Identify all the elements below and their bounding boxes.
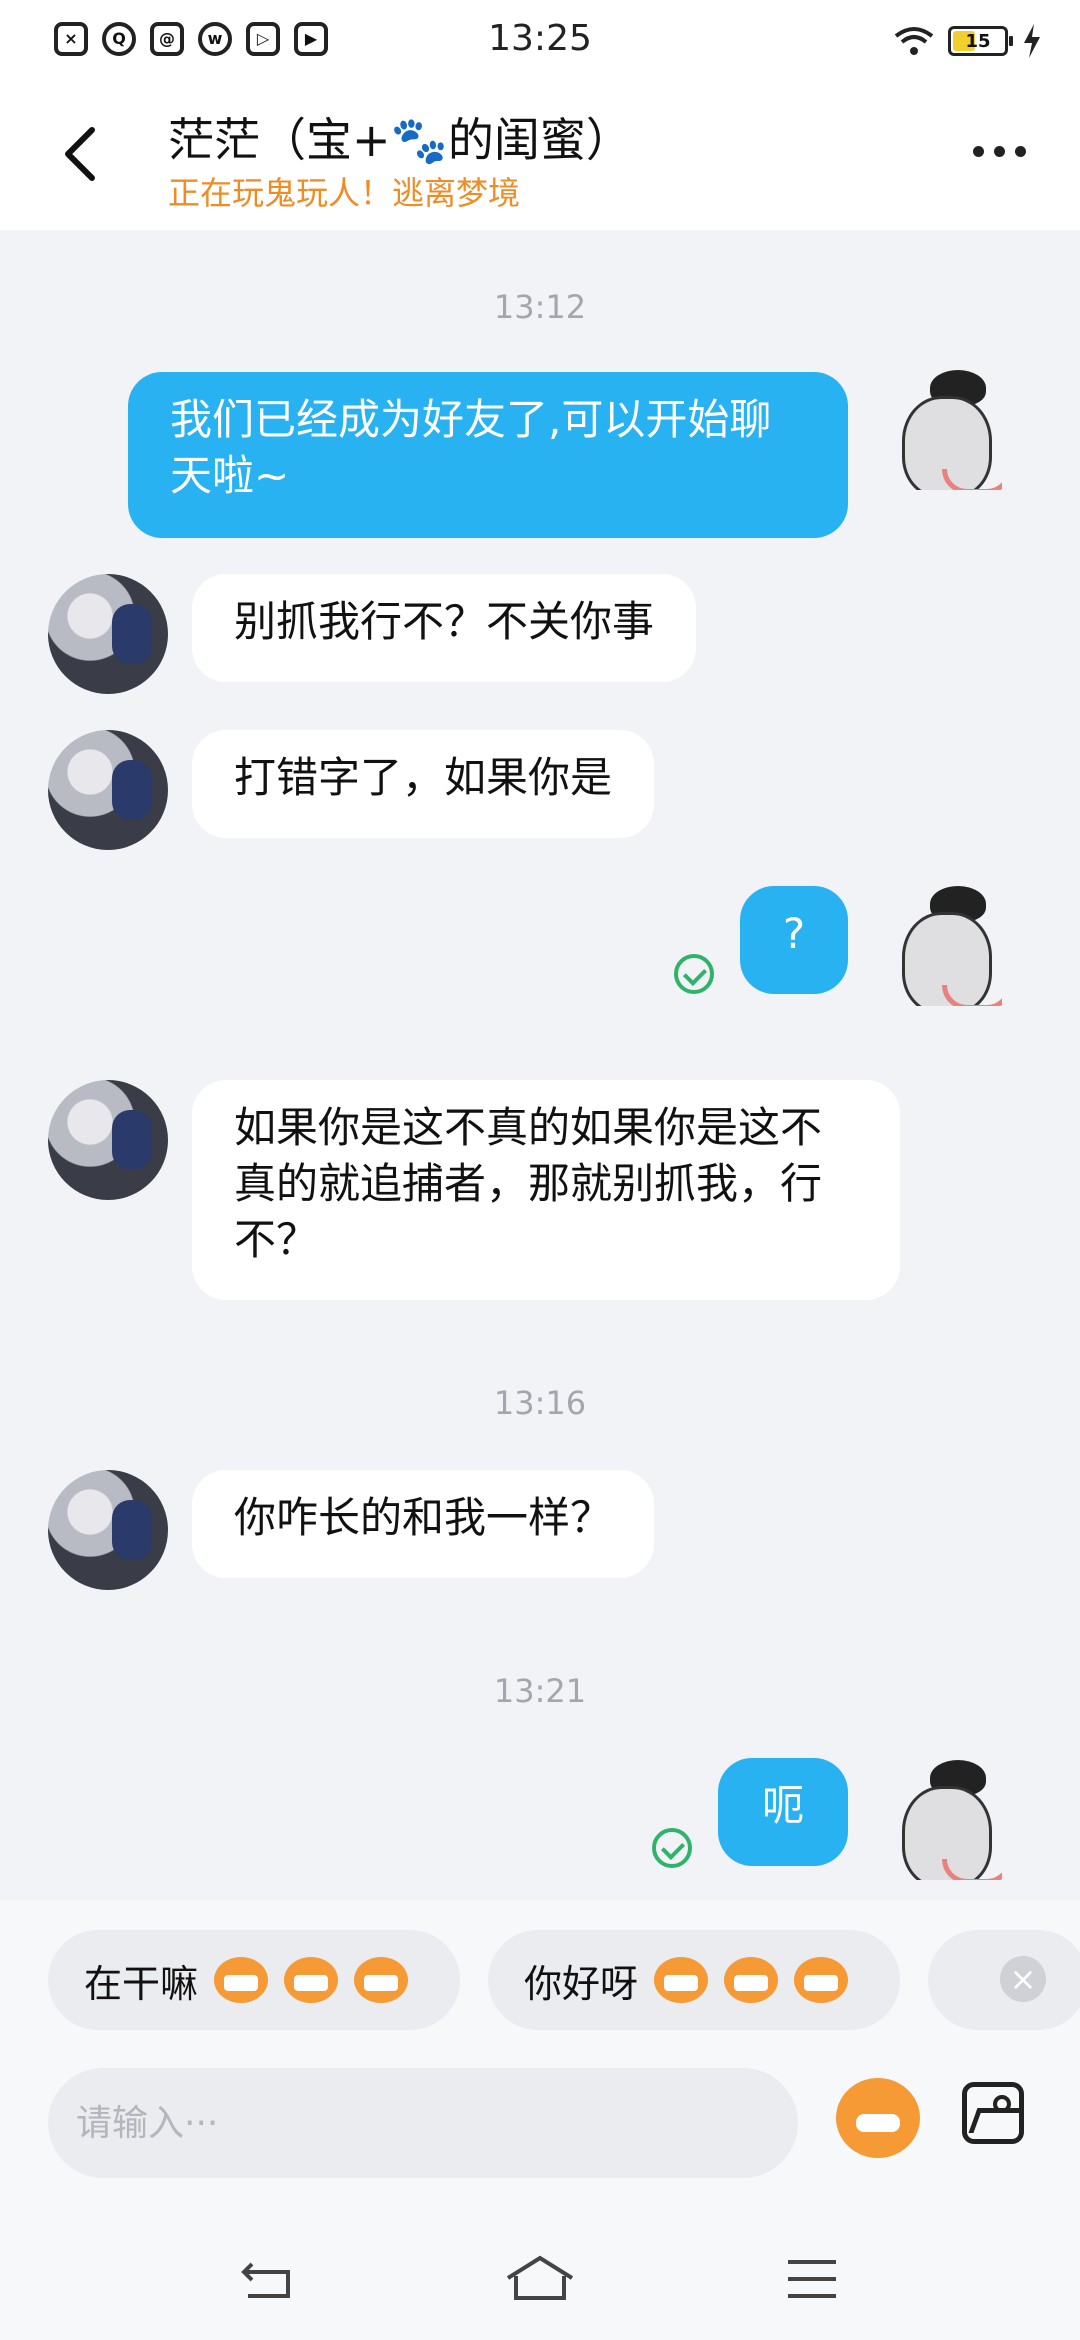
- battery-level: 15: [965, 30, 991, 52]
- read-check-icon: [652, 1828, 692, 1868]
- menu-nav-icon[interactable]: [784, 2254, 840, 2304]
- outgoing-message[interactable]: ?: [740, 886, 848, 994]
- timestamp: 13:21: [493, 1672, 587, 1710]
- quick-reply-label: 你好呀: [524, 1961, 639, 2006]
- timestamp: 13:12: [493, 288, 587, 326]
- more-dots-icon: [973, 146, 984, 157]
- back-nav-icon[interactable]: [240, 2254, 296, 2304]
- friend-avatar[interactable]: [48, 730, 168, 850]
- message-input[interactable]: [48, 2068, 798, 2178]
- quick-reply-bar: 在干嘛 你好呀 ×: [0, 1900, 1080, 2060]
- chat-subtitle: 正在玩鬼玩人！逃离梦境: [168, 174, 521, 212]
- outgoing-message[interactable]: 呃: [718, 1758, 848, 1866]
- message-list[interactable]: 13:12 我们已经成为好友了,可以开始聊天啦~ 别抓我行不？不关你事 打错字了…: [0, 230, 1080, 1900]
- wow-emoji-icon: [794, 1957, 849, 2003]
- friend-avatar[interactable]: [48, 574, 168, 694]
- read-check-icon: [674, 954, 714, 994]
- incoming-message[interactable]: 如果你是这不真的如果你是这不真的就追捕者，那就别抓我，行不？: [192, 1080, 900, 1300]
- chat-header: 茫茫（宝+🐾的闺蜜） 正在玩鬼玩人！逃离梦境: [0, 84, 1080, 230]
- system-nav-bar: [0, 2220, 1080, 2340]
- incoming-message[interactable]: 你咋长的和我一样？: [192, 1470, 655, 1578]
- my-avatar[interactable]: [882, 370, 1002, 490]
- chat-title[interactable]: 茫茫（宝+🐾的闺蜜）: [168, 104, 632, 170]
- incoming-message[interactable]: 别抓我行不？不关你事: [192, 574, 697, 682]
- friend-avatar[interactable]: [48, 1470, 168, 1590]
- grin-emoji-icon: [354, 1957, 409, 2003]
- charging-icon: [1024, 24, 1040, 58]
- home-nav-icon[interactable]: [504, 2254, 576, 2304]
- incoming-message[interactable]: 打错字了，如果你是: [192, 730, 655, 838]
- timestamp: 13:16: [493, 1384, 587, 1422]
- more-button[interactable]: [973, 146, 1026, 157]
- wow-emoji-icon: [654, 1957, 709, 2003]
- wow-emoji-icon: [724, 1957, 779, 2003]
- close-quick-replies-icon[interactable]: ×: [1000, 1956, 1046, 2002]
- wifi-icon: [894, 27, 934, 55]
- status-bar: × Q @ w ▷ ▶ 13:25 15: [0, 0, 1080, 84]
- friend-avatar[interactable]: [48, 1080, 168, 1200]
- battery-icon: 15: [948, 26, 1013, 56]
- quick-reply-label: 在干嘛: [84, 1961, 199, 2006]
- grin-emoji-icon: [284, 1957, 339, 2003]
- quick-reply-chip[interactable]: 你好呀: [488, 1930, 900, 2030]
- outgoing-message[interactable]: 我们已经成为好友了,可以开始聊天啦~: [128, 372, 848, 538]
- image-button[interactable]: [962, 2082, 1024, 2144]
- grin-emoji-icon: [214, 1957, 269, 2003]
- emoji-button[interactable]: [836, 2078, 920, 2158]
- quick-reply-chip[interactable]: 在干嘛: [48, 1930, 460, 2030]
- back-button[interactable]: [60, 124, 100, 184]
- input-bar: [0, 2060, 1080, 2220]
- my-avatar[interactable]: [882, 1760, 1002, 1880]
- my-avatar[interactable]: [882, 886, 1002, 1006]
